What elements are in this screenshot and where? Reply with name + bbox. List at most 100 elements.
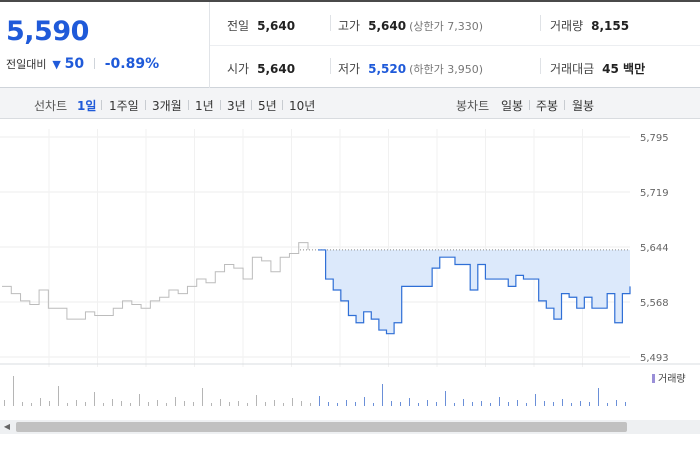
volume-legend: 거래량 [658,373,686,385]
change-amount: 50 [64,56,85,72]
volume-bar [481,401,482,406]
tab-10-years[interactable]: 10년 [289,97,315,114]
stat-open: 시가 5,640 [227,60,295,77]
tab-3-years[interactable]: 3년 [227,97,246,114]
volume-bar [310,403,311,406]
volume-bar [58,386,59,406]
price-summary: 5,590 전일대비 ▼ 50 -0.89% [0,2,210,88]
volume-bar [616,400,617,406]
volume-bar [103,403,104,406]
volume-bar [454,403,455,406]
volume-bar [49,401,50,406]
volume-bar [499,397,500,406]
volume-bar [508,402,509,406]
stat-trade-value: 거래대금 45 백만 [550,60,645,77]
volume-bar [463,399,464,406]
volume-bar [517,400,518,406]
line-chart-label: 선차트 [34,99,68,113]
volume-bar [445,391,446,406]
volume-bar [553,402,554,406]
volume-bar [427,400,428,406]
volume-bar [4,400,5,406]
volume-bar [193,402,194,406]
tab-daily-candle[interactable]: 일봉 [501,97,523,114]
scroll-left-arrow-icon[interactable]: ◀ [0,420,14,434]
quote-header: 5,590 전일대비 ▼ 50 -0.89% 전일 5,640 고가 5,640 (상… [0,0,700,88]
tab-separator [220,100,221,110]
volume-bar [139,394,140,406]
stat-value: 5,520 [368,62,407,76]
y-tick-label: 5,493 [640,353,669,364]
chart-period-tabbar: 선차트 1일 1주일 3개월 1년 3년 5년 10년 봉차트 일봉 주봉 월봉 [0,88,700,119]
volume-bar [166,403,167,406]
stat-low: 저가 5,520 (하한가 3,950) [338,60,483,77]
tab-weekly-candle[interactable]: 주봉 [536,97,558,114]
volume-bar [400,402,401,406]
stat-value: 5,640 [368,19,407,33]
volume-bar [301,401,302,406]
current-price: 5,590 [6,16,89,47]
stats-row-bottom: 시가 5,640 저가 5,520 (하한가 3,950) 거래대금 45 백만 [210,45,700,88]
volume-bar [22,402,23,406]
stat-label: 저가 [338,62,361,76]
volume-bar [472,402,473,406]
y-tick-label: 5,795 [640,133,669,144]
prev-day-price-line [2,242,309,320]
stat-divider [540,15,541,31]
volume-bar [319,396,320,406]
y-tick-label: 5,644 [640,243,669,254]
volume-bar [211,403,212,406]
volume-bar [418,403,419,406]
today-area-fill [318,249,630,334]
tab-separator [564,100,565,110]
chart-horizontal-scrollbar[interactable]: ◀ [0,420,700,434]
chart-grid [0,136,630,358]
volume-bar [220,399,221,406]
volume-bar [328,402,329,406]
tab-separator [145,100,146,110]
tab-1-week[interactable]: 1주일 [109,97,139,114]
tab-separator [282,100,283,110]
volume-bar [607,403,608,406]
tab-separator [529,100,530,110]
chart-vertical-grid [48,129,583,367]
stat-value: 8,155 [591,19,630,33]
volume-bar [598,388,599,406]
stats-row-top: 전일 5,640 고가 5,640 (상한가 7,330) 거래량 8,155 [210,2,700,46]
tab-monthly-candle[interactable]: 월봉 [572,97,594,114]
volume-bar [364,397,365,406]
y-tick-label: 5,568 [640,298,669,309]
volume-bar [373,403,374,406]
volume-bar [76,400,77,406]
volume-bar [526,403,527,406]
change-row: 전일대비 ▼ 50 -0.89% [6,56,159,72]
tab-1-year[interactable]: 1년 [195,97,214,114]
upper-limit: (상한가 7,330) [409,20,483,33]
scroll-thumb[interactable] [16,422,627,432]
change-percent: -0.89% [104,56,160,72]
down-triangle-icon: ▼ [52,58,61,71]
volume-bar [535,394,536,406]
volume-bar [130,403,131,406]
stat-label: 고가 [338,19,361,33]
volume-bar [85,402,86,406]
change-label: 전일대비 [6,58,47,71]
volume-bar [562,399,563,406]
stat-divider [330,58,331,74]
price-chart: 5,795 5,719 5,644 5,568 5,493 거래량 [0,129,700,406]
tab-3-months[interactable]: 3개월 [152,97,182,114]
volume-bar [238,401,239,406]
volume-bar [355,402,356,406]
tab-5-years[interactable]: 5년 [258,97,277,114]
stat-value: 5,640 [257,62,296,76]
stat-label: 거래대금 [550,62,595,76]
volume-legend-swatch [652,374,655,383]
tab-separator [188,100,189,110]
volume-bar [13,376,14,406]
volume-bar [625,402,626,406]
volume-bar [382,384,383,406]
volume-bar [121,401,122,406]
tab-1-day[interactable]: 1일 [77,97,96,114]
volume-bar [490,403,491,406]
stat-value: 5,640 [257,19,296,33]
